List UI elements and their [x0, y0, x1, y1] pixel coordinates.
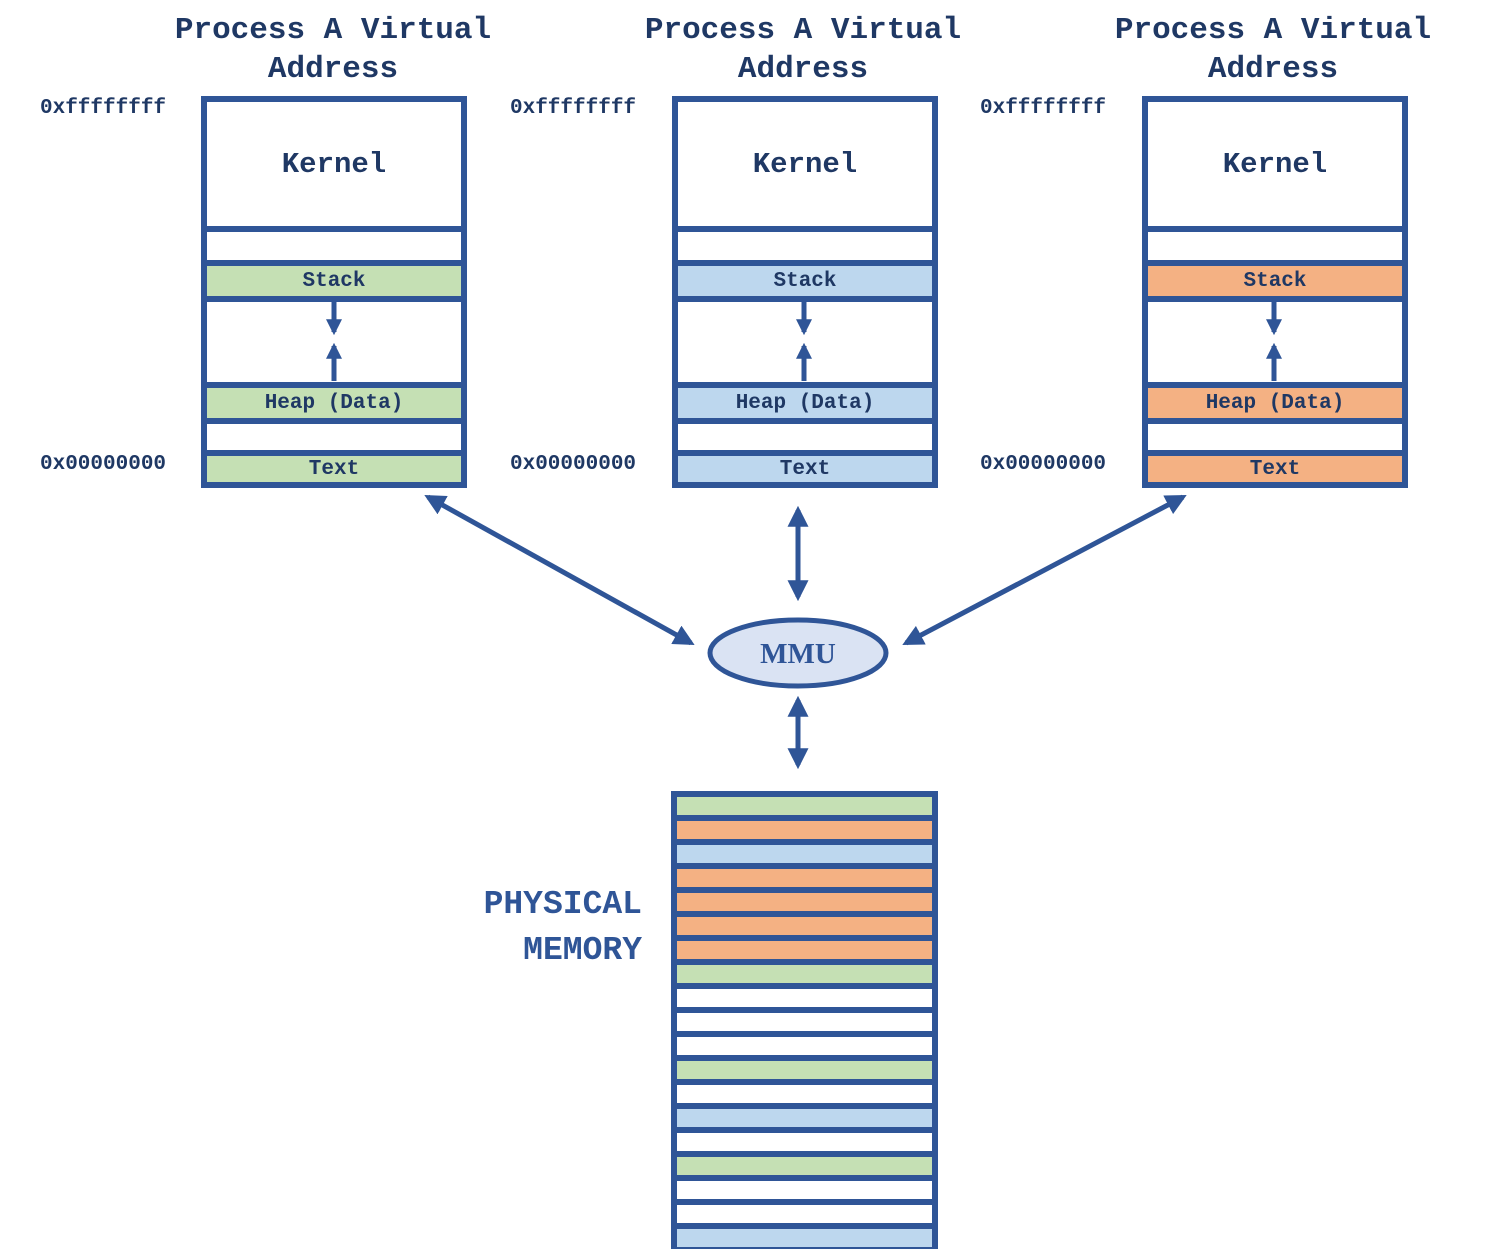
mmu: MMU — [707, 617, 889, 689]
process-1-mmu-arrow — [424, 494, 695, 646]
arrows-overlay: MMU — [325, 296, 1283, 770]
mmu-label: MMU — [760, 638, 836, 670]
process-3-mmu-arrow — [902, 494, 1187, 646]
